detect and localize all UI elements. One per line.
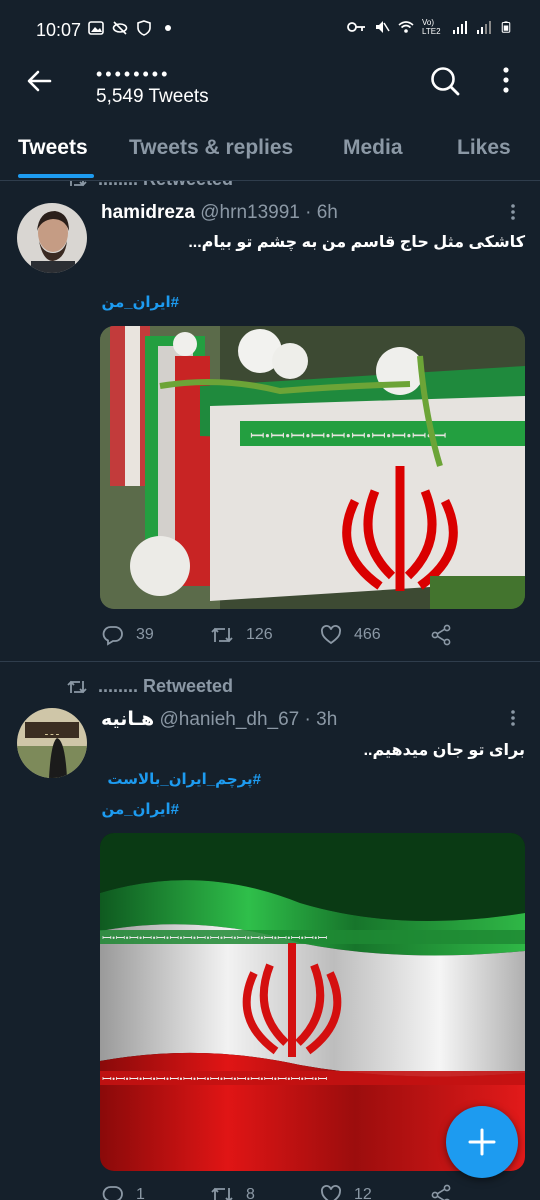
tweet-text: برای تو جان میدهیم.. bbox=[363, 742, 525, 759]
shield-icon bbox=[137, 20, 151, 36]
retweet-icon bbox=[67, 680, 87, 693]
status-bar: 10:07 Vo) LTE2 bbox=[0, 0, 540, 60]
dot-icon bbox=[165, 25, 171, 31]
retweet-icon bbox=[211, 627, 233, 643]
handle-and-time: @hanieh_dh_67 · 3h bbox=[159, 709, 338, 730]
svg-text:ꟷꞏꟷꞏꟷꞏꟷꞏꟷꞏꟷꞏꟷꞏꟷꞏꟷꞏꟷꞏꟷꞏꟷꞏꟷꞏꟷꞏꟷꞏ: ꟷꞏꟷꞏꟷꞏꟷꞏꟷꞏꟷꞏꟷꞏꟷꞏꟷꞏꟷꞏꟷꞏꟷꞏꟷꞏꟷꞏꟷꞏꟷꞏꟷ bbox=[102, 931, 328, 945]
tweet-author: hamidreza @hrn13991 · 6h bbox=[101, 202, 338, 224]
like-button[interactable]: 466 bbox=[320, 624, 381, 646]
reply-count: 39 bbox=[136, 626, 154, 643]
heart-icon bbox=[321, 625, 341, 645]
reply-button[interactable]: 39 bbox=[102, 624, 154, 646]
status-left-icons bbox=[88, 20, 176, 36]
svg-text:ـ ـ ـ: ـ ـ ـ bbox=[44, 728, 59, 738]
tweet-more-icon[interactable] bbox=[503, 202, 523, 222]
eye-off-icon bbox=[112, 21, 128, 35]
avatar[interactable] bbox=[17, 203, 87, 273]
share-icon bbox=[431, 1184, 451, 1200]
like-button[interactable]: 12 bbox=[320, 1184, 372, 1200]
retweet-count: 126 bbox=[246, 626, 273, 643]
reply-icon bbox=[102, 1186, 123, 1200]
signal-icon bbox=[453, 21, 467, 34]
retweet-label: ........ Retweeted bbox=[98, 181, 233, 190]
retweet-button[interactable]: 126 bbox=[210, 624, 273, 646]
wifi-icon bbox=[398, 21, 414, 33]
share-icon bbox=[431, 624, 451, 646]
handle-and-time: @hrn13991 · 6h bbox=[200, 202, 338, 223]
retweet-indicator: ........ Retweeted bbox=[66, 676, 233, 697]
signal-icon bbox=[477, 21, 491, 34]
battery-icon bbox=[501, 21, 511, 33]
like-count: 466 bbox=[354, 626, 381, 643]
plus-icon bbox=[468, 1128, 496, 1156]
tweet-author: هـانیه @hanieh_dh_67 · 3h bbox=[101, 708, 337, 731]
like-count: 12 bbox=[354, 1186, 372, 1200]
profile-name: •••••••• bbox=[96, 64, 171, 84]
svg-text:ꟷꞏꟷꞏꟷꞏꟷꞏꟷꞏꟷꞏꟷꞏꟷꞏꟷꞏꟷꞏꟷꞏꟷꞏꟷꞏꟷꞏꟷꞏ: ꟷꞏꟷꞏꟷꞏꟷꞏꟷꞏꟷꞏꟷꞏꟷꞏꟷꞏꟷꞏꟷꞏꟷꞏꟷꞏꟷꞏꟷꞏꟷꞏꟷ bbox=[102, 1072, 328, 1086]
retweet-label: ........ Retweeted bbox=[98, 676, 234, 696]
status-right-icons: Vo) LTE2 bbox=[346, 18, 512, 36]
reply-icon bbox=[102, 626, 123, 646]
tab-tweets-replies[interactable]: Tweets & replies bbox=[129, 136, 293, 160]
share-button[interactable] bbox=[430, 1184, 452, 1200]
tweet[interactable]: ........ Retweeted hamidreza @hrn13991 ·… bbox=[0, 181, 540, 661]
coffin-flag-photo: ꟷꞏꟷꞏꟷꞏꟷꞏꟷꞏꟷꞏꟷꞏꟷꞏꟷꞏꟷ bbox=[100, 326, 525, 609]
status-time: 10:07 bbox=[36, 20, 82, 40]
mute-icon bbox=[376, 21, 390, 33]
hashtag-link[interactable]: #ایران_من bbox=[101, 800, 179, 818]
back-button[interactable] bbox=[22, 64, 56, 98]
tweet-more-icon[interactable] bbox=[503, 708, 523, 728]
retweet-indicator: ........ Retweeted bbox=[66, 181, 233, 190]
heart-icon bbox=[321, 1185, 341, 1200]
search-button[interactable] bbox=[428, 64, 462, 98]
display-name[interactable]: hamidreza bbox=[101, 202, 195, 223]
retweet-icon bbox=[211, 1187, 233, 1200]
avatar-image: ـ ـ ـ bbox=[17, 708, 87, 778]
search-icon bbox=[431, 67, 460, 96]
reply-button[interactable]: 1 bbox=[102, 1184, 145, 1200]
more-options-button[interactable] bbox=[492, 64, 520, 98]
network-label: Vo) LTE2 bbox=[422, 18, 441, 36]
arrow-left-icon bbox=[27, 70, 52, 92]
tab-likes[interactable]: Likes bbox=[457, 136, 511, 160]
avatar-image bbox=[17, 203, 87, 273]
compose-tweet-button[interactable] bbox=[446, 1106, 518, 1178]
hashtag-link[interactable]: #پرچم_ایران_بالاست bbox=[101, 770, 261, 788]
tab-tweets[interactable]: Tweets bbox=[18, 136, 88, 160]
tweet-count: 5,549 Tweets bbox=[96, 86, 209, 107]
tab-media[interactable]: Media bbox=[343, 136, 403, 160]
key-icon bbox=[347, 22, 365, 32]
share-button[interactable] bbox=[430, 624, 452, 646]
display-name[interactable]: هـانیه bbox=[101, 709, 154, 730]
avatar[interactable]: ـ ـ ـ bbox=[17, 708, 87, 778]
profile-tabs: Tweets Tweets & replies Media Likes bbox=[0, 128, 540, 181]
tweet-text: کاشکی مثل حاج قاسم من به چشم تو بیام... bbox=[188, 234, 525, 251]
retweet-icon bbox=[70, 181, 87, 186]
svg-text:ꟷꞏꟷꞏꟷꞏꟷꞏꟷꞏꟷꞏꟷꞏꟷꞏꟷꞏꟷ: ꟷꞏꟷꞏꟷꞏꟷꞏꟷꞏꟷꞏꟷꞏꟷꞏꟷꞏꟷ bbox=[250, 426, 447, 447]
reply-count: 1 bbox=[136, 1186, 145, 1200]
hashtag-link[interactable]: #ایران_من bbox=[101, 293, 179, 311]
retweet-button[interactable]: 8 bbox=[210, 1184, 255, 1200]
retweet-count: 8 bbox=[246, 1186, 255, 1200]
image-icon bbox=[88, 21, 104, 35]
more-vertical-icon bbox=[503, 67, 509, 93]
tweet-media-image[interactable]: ꟷꞏꟷꞏꟷꞏꟷꞏꟷꞏꟷꞏꟷꞏꟷꞏꟷꞏꟷ bbox=[100, 326, 525, 609]
active-tab-indicator bbox=[18, 174, 94, 178]
